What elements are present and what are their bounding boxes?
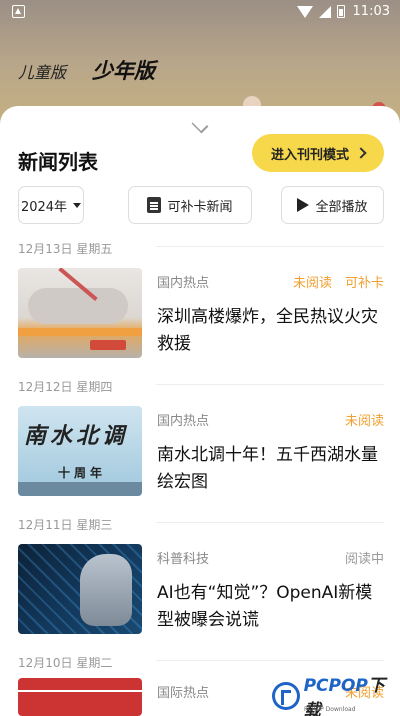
tab-teen-label: 少年版: [92, 59, 156, 83]
year-dropdown[interactable]: 2024年: [18, 186, 84, 224]
play-all-button[interactable]: 全部播放: [281, 186, 384, 224]
divider: [156, 384, 384, 385]
thumb-stripe: [18, 690, 142, 692]
sheet-title-text: 新闻列表: [18, 150, 98, 174]
news-thumbnail: [18, 544, 142, 634]
thumb-calligraphy: 南水北调: [24, 424, 129, 449]
date-label: 12月10日 星期二: [18, 656, 113, 670]
pcpop-logo-icon: [272, 682, 300, 710]
collapse-chevron-icon[interactable]: [187, 118, 213, 132]
edition-tabs: 儿童版 少年版: [18, 41, 176, 85]
signal-icon: [318, 5, 331, 18]
news-item[interactable]: 南水北调 十周年 国内热点 未阅读 南水北调十年！五千西湖水量绘宏图: [18, 406, 384, 496]
date-label: 12月13日 星期五: [18, 242, 113, 256]
read-status: 未阅读: [292, 276, 332, 291]
play-icon: [297, 198, 310, 212]
news-thumbnail: [18, 678, 142, 716]
divider: [156, 522, 384, 523]
divider: [156, 660, 384, 661]
sheet-title: 新闻列表: [18, 132, 114, 175]
thumb-smoke: [28, 288, 128, 324]
watermark-sub: PCPOP Download: [304, 706, 356, 713]
read-status: 未阅读: [344, 414, 384, 429]
makeup-news-button[interactable]: 可补卡新闻: [128, 186, 252, 224]
status-bar: 11:03: [0, 0, 400, 24]
news-title: 深圳高楼爆炸，全民热议火灾救援: [157, 307, 378, 354]
chevron-right-icon: [355, 147, 367, 159]
play-all-label: 全部播放: [315, 199, 368, 215]
thumb-subtitle: 十周年: [58, 466, 107, 480]
news-thumbnail: [18, 268, 142, 358]
makeup-badge[interactable]: 可补卡: [345, 272, 384, 291]
date-label: 12月11日 星期三: [18, 518, 113, 532]
tab-teen-edition[interactable]: 少年版: [92, 41, 176, 85]
caret-down-icon: [73, 202, 82, 208]
filter-bar: 2024年 可补卡新闻 全部播放: [18, 186, 384, 224]
issue-mode-button[interactable]: 进入刊刊模式: [252, 134, 384, 172]
divider: [156, 246, 384, 247]
news-category: 国内热点: [157, 276, 210, 291]
issue-mode-label: 进入刊刊模式: [270, 147, 349, 163]
clock: 11:03: [352, 4, 390, 19]
thumb-dam: [18, 482, 142, 496]
tab-kids-edition[interactable]: 儿童版: [18, 59, 66, 83]
makeup-news-label: 可补卡新闻: [167, 199, 233, 215]
news-category: 国内热点: [157, 414, 210, 429]
news-category: 科普科技: [157, 552, 210, 567]
thumb-firetruck: [90, 340, 126, 350]
battery-icon: [336, 5, 345, 18]
news-list-sheet: 新闻列表 进入刊刊模式 2024年 可补卡新闻 全部播放 12月13日 星期五 …: [0, 106, 400, 716]
news-item[interactable]: 国内热点 未阅读 可补卡 深圳高楼爆炸，全民热议火灾救援: [18, 268, 384, 358]
calendar-icon: [147, 197, 162, 213]
watermark-logo: PCPOP下载 PCPOP Download: [272, 676, 400, 716]
news-title: AI也有“知觉”？OpenAI新模型被曝会说谎: [157, 583, 373, 630]
notification-icon: [12, 5, 25, 18]
year-label: 2024年: [20, 199, 68, 215]
read-status: 阅读中: [344, 552, 384, 567]
news-thumbnail: 南水北调 十周年: [18, 406, 142, 496]
news-title: 南水北调十年！五千西湖水量绘宏图: [157, 445, 378, 492]
news-item[interactable]: 科普科技 阅读中 AI也有“知觉”？OpenAI新模型被曝会说谎: [18, 544, 384, 634]
thumb-fire: [18, 328, 142, 336]
thumb-robot: [80, 554, 132, 626]
watermark-brand: PCPOP: [303, 676, 368, 696]
news-category: 国际热点: [157, 686, 210, 701]
wifi-icon: [296, 5, 313, 18]
date-label: 12月12日 星期四: [18, 380, 113, 394]
